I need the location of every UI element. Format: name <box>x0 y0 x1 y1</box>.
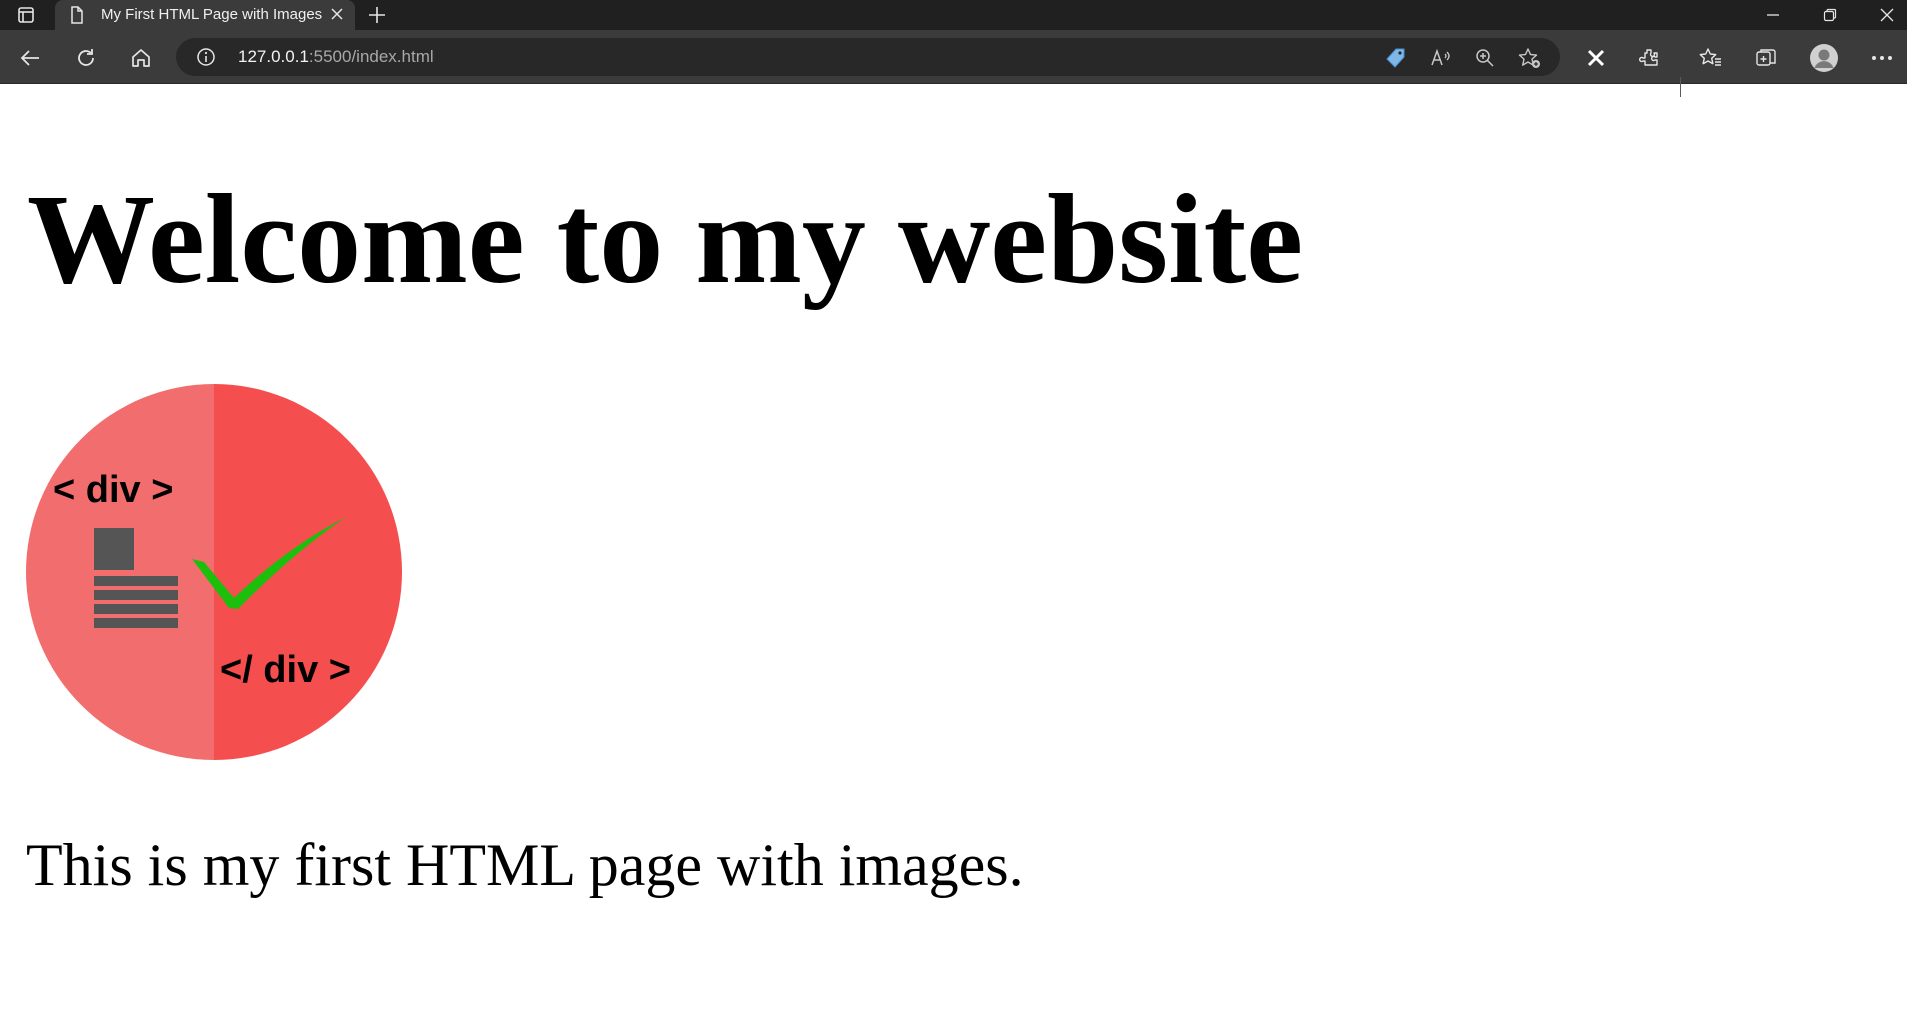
close-window-icon[interactable] <box>1874 0 1900 30</box>
url-path: :5500/index.html <box>308 47 434 66</box>
close-div-tag-label: </ div > <box>220 649 351 691</box>
close-tab-icon[interactable] <box>329 6 345 26</box>
url-text[interactable]: 127.0.0.1:5500/index.html <box>238 47 434 67</box>
open-div-tag-label: < div > <box>53 469 173 511</box>
back-icon[interactable] <box>14 42 46 74</box>
document-line <box>94 604 178 614</box>
document-line <box>94 576 178 586</box>
page-paragraph: This is my first HTML page with images. <box>26 832 1024 898</box>
browser-toolbar: 127.0.0.1:5500/index.html <box>0 30 1907 97</box>
extensions-icon[interactable] <box>1634 42 1666 74</box>
extension-x-icon[interactable] <box>1580 42 1612 74</box>
document-block-icon <box>94 528 134 570</box>
tab-actions-icon[interactable] <box>14 0 38 30</box>
url-host: 127.0.0.1 <box>238 47 309 66</box>
html-div-logo-image: < div > </ div > <box>26 384 402 760</box>
collections-icon[interactable] <box>1750 42 1782 74</box>
site-info-icon[interactable] <box>196 47 216 72</box>
zoom-icon[interactable] <box>1473 46 1497 70</box>
logo-left-half <box>26 384 214 760</box>
restore-icon[interactable] <box>1817 0 1843 30</box>
toolbar-separator <box>1680 77 1681 97</box>
document-line <box>94 590 178 600</box>
more-options-icon[interactable] <box>1866 42 1898 74</box>
logo-right-half <box>214 384 402 760</box>
new-tab-icon[interactable] <box>364 0 390 30</box>
refresh-icon[interactable] <box>70 42 102 74</box>
read-aloud-icon[interactable] <box>1429 46 1453 70</box>
add-favorite-icon[interactable] <box>1518 46 1542 70</box>
address-bar[interactable]: 127.0.0.1:5500/index.html <box>176 38 1560 76</box>
document-line <box>94 618 178 628</box>
profile-avatar[interactable] <box>1808 42 1840 74</box>
favorites-icon[interactable] <box>1695 42 1727 74</box>
document-icon <box>69 6 85 28</box>
page-heading: Welcome to my website <box>27 168 1304 310</box>
tab-title: My First HTML Page with Images <box>101 6 323 23</box>
coupon-tag-icon[interactable] <box>1384 46 1408 70</box>
browser-tab[interactable]: My First HTML Page with Images <box>55 0 355 30</box>
minimize-icon[interactable] <box>1760 0 1786 30</box>
home-icon[interactable] <box>125 42 157 74</box>
title-bar: My First HTML Page with Images <box>0 0 1907 30</box>
